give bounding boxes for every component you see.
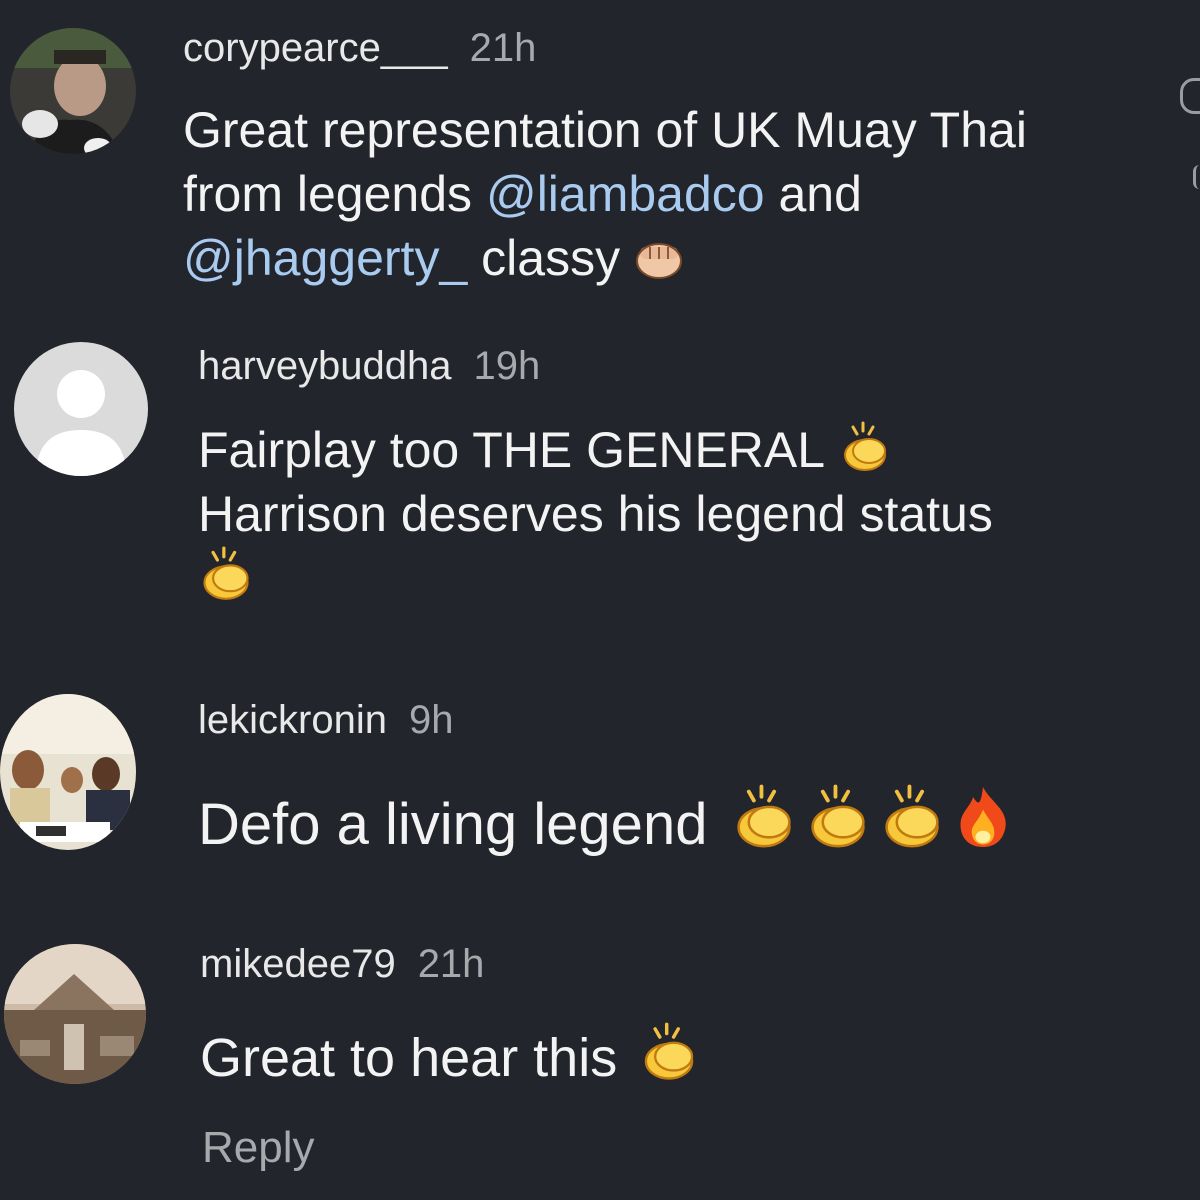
username[interactable]: lekickronin (198, 698, 387, 742)
comment-meta: lekickronin 9h (198, 696, 453, 744)
username[interactable]: corypearce___ (183, 26, 448, 70)
comment-text: Great to hear this (200, 1022, 699, 1090)
comment-line (198, 546, 993, 611)
comment-line: Great to hear this (200, 1022, 699, 1090)
clapping-hands-icon (198, 546, 254, 602)
comment-item: lekickronin 9h Defo a living legend (0, 670, 1200, 930)
comment-line: @jhaggerty_ classy (183, 226, 1027, 290)
comment-item: harveybuddha 19h Fairplay too THE GENERAL… (0, 330, 1200, 670)
comment-item: corypearce___ 21h Great representation of… (0, 0, 1200, 330)
timestamp: 21h (417, 942, 485, 986)
username[interactable]: harveybuddha (198, 344, 452, 388)
comment-text: Fairplay too THE GENERAL Harrison deserv… (198, 418, 993, 611)
clapping-hands-icon (879, 784, 945, 850)
clapping-hands-icon (805, 784, 871, 850)
comment-line: from legends @liambadco and (183, 166, 862, 222)
comment-line: Fairplay too THE GENERAL (198, 418, 993, 482)
comment-meta: corypearce___ 21h (183, 24, 536, 72)
comment-meta: mikedee79 21h (200, 940, 484, 988)
comment-line: Defo a living legend (198, 784, 1013, 861)
fire-icon (953, 784, 1013, 850)
avatar[interactable] (0, 694, 136, 850)
comment-line: Great representation of UK Muay Thai (183, 102, 1027, 158)
avatar[interactable] (4, 944, 146, 1084)
comment-text: Defo a living legend (198, 784, 1013, 861)
like-count-icon (1193, 165, 1200, 189)
timestamp: 19h (473, 344, 541, 388)
reply-button[interactable]: Reply (202, 1120, 315, 1176)
comment-meta: harveybuddha 19h (198, 342, 540, 390)
fist-icon (634, 237, 684, 281)
comment-text: Great representation of UK Muay Thai fro… (183, 98, 1027, 290)
heart-icon[interactable] (1180, 78, 1200, 114)
clapping-hands-icon (731, 784, 797, 850)
comment-item: mikedee79 21h Great to hear this (0, 930, 1200, 1200)
clapping-hands-icon (639, 1022, 699, 1082)
default-avatar-icon[interactable] (14, 342, 148, 476)
clapping-hands-icon (839, 421, 891, 473)
mention-link[interactable]: @liambadco (486, 166, 765, 222)
timestamp: 21h (469, 26, 537, 70)
mention-link[interactable]: @jhaggerty_ (183, 230, 467, 286)
avatar[interactable] (10, 28, 136, 154)
comment-line: Harrison deserves his legend status (198, 486, 993, 542)
username[interactable]: mikedee79 (200, 942, 396, 986)
timestamp: 9h (408, 698, 454, 742)
